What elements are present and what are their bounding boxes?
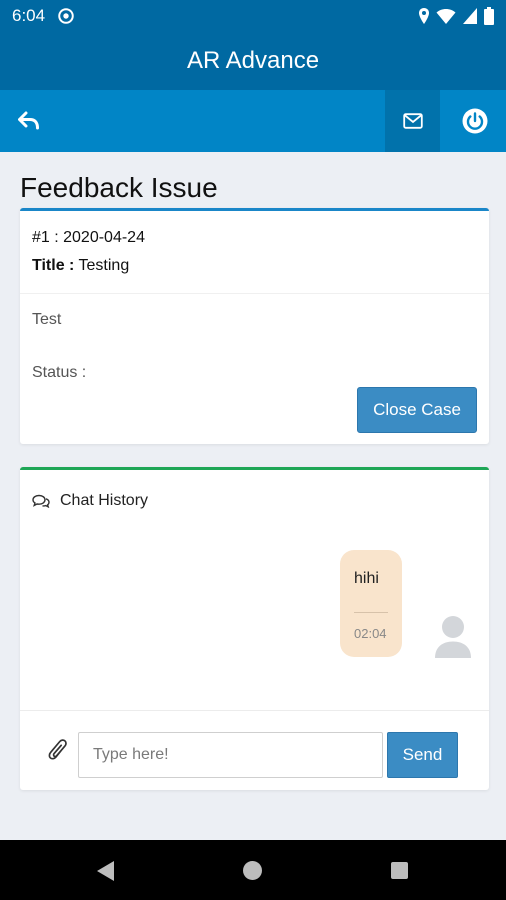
app-title: AR Advance [186,47,320,74]
status-icons [418,7,494,25]
power-icon [462,108,488,134]
app-bar: AR Advance [0,32,506,90]
status-time: 6:04 [12,6,46,25]
reply-icon [18,111,39,130]
issue-description: Test [32,311,62,328]
system-nav-bar [0,840,506,900]
envelope-icon [402,113,423,129]
message-text: hihi [354,570,379,587]
nav-back-icon[interactable] [96,860,116,882]
mail-button[interactable] [385,90,440,152]
issue-card: #1 : 2020-04-24 Title : Testing Test Sta… [20,208,489,444]
issue-title-value: Testing [78,257,130,274]
chat-message-bubble: hihi 02:04 [340,550,402,657]
power-button[interactable] [444,90,506,152]
issue-status: Status : [32,364,87,381]
location-icon [419,8,429,24]
chat-header-label: Chat History [60,492,149,509]
send-button[interactable]: Send [387,732,458,778]
close-case-button[interactable]: Close Case [357,387,477,433]
issue-id: #1 : 2020-04-24 [32,229,145,246]
message-input[interactable] [78,732,383,778]
chat-card: Chat History hihi 02:04 Send [20,467,489,790]
battery-icon [484,7,494,25]
comments-icon [32,494,50,508]
message-time: 02:04 [354,626,387,641]
toolbar [0,90,506,152]
user-avatar-icon [435,616,471,658]
issue-title: Title : Testing [32,257,129,275]
chat-header: Chat History [32,492,148,510]
back-button[interactable] [0,90,58,152]
page-title: Feedback Issue [20,172,218,203]
wifi-icon [436,8,456,24]
divider [20,710,489,711]
nav-recent-icon[interactable] [391,862,408,879]
issue-title-label: Title : [32,257,75,274]
divider [20,293,489,294]
paperclip-icon[interactable] [48,738,70,764]
signal-icon [463,8,477,24]
status-bar: 6:04 [0,0,506,32]
message-divider [354,612,388,613]
nav-home-icon[interactable] [243,861,262,880]
sync-icon [58,8,74,24]
